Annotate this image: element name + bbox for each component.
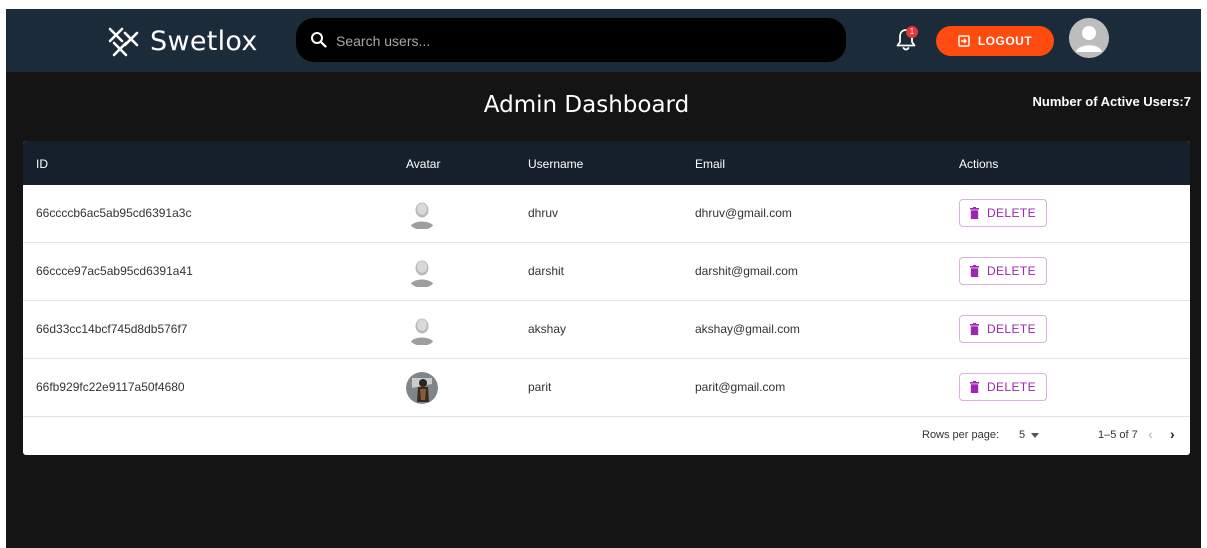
user-avatar-cell	[406, 372, 438, 404]
default-avatar-icon	[406, 314, 438, 346]
next-page-button[interactable]: ›	[1170, 426, 1175, 442]
user-email: parit@gmail.com	[695, 380, 786, 394]
rows-per-page-label: Rows per page:	[922, 429, 1000, 441]
active-users-value: 7	[1183, 94, 1191, 109]
delete-button[interactable]: DELETE	[959, 373, 1047, 401]
table-row: 66d33cc14bcf745d8db576f7 akshay akshay@g…	[23, 301, 1190, 359]
logout-button[interactable]: LOGOUT	[936, 26, 1054, 56]
trash-icon	[969, 207, 979, 219]
notification-badge: 1	[906, 26, 918, 38]
default-avatar-icon	[406, 256, 438, 288]
user-id: 66fb929fc22e9117a50f4680	[36, 380, 185, 394]
user-email: akshay@gmail.com	[695, 322, 800, 336]
column-header-username: Username	[528, 157, 584, 171]
username: darshit	[528, 264, 565, 278]
username: parit	[528, 380, 552, 394]
logout-icon	[958, 35, 970, 47]
rows-per-page-select[interactable]: 5	[1019, 429, 1040, 441]
previous-page-button[interactable]: ‹	[1148, 426, 1153, 442]
swetlox-logo-icon	[108, 27, 139, 57]
default-avatar-icon	[406, 198, 438, 230]
photo-avatar	[406, 372, 438, 404]
column-header-email: Email	[695, 157, 726, 171]
user-email: darshit@gmail.com	[695, 264, 798, 278]
column-header-id: ID	[36, 157, 48, 171]
brand-name: Swetlox	[150, 25, 258, 57]
trash-icon	[969, 381, 979, 393]
delete-button[interactable]: DELETE	[959, 199, 1047, 227]
delete-label: DELETE	[986, 380, 1037, 394]
app-window: Swetlox 1 LOGOUT	[6, 9, 1201, 548]
brand[interactable]: Swetlox	[106, 19, 258, 63]
pagination-range: 1–5 of 7	[1098, 429, 1138, 441]
user-avatar-cell	[406, 198, 438, 230]
column-header-actions: Actions	[959, 157, 999, 171]
user-id: 66d33cc14bcf745d8db576f7	[36, 322, 188, 336]
trash-icon	[969, 265, 979, 277]
delete-label: DELETE	[986, 206, 1037, 220]
users-table: ID Avatar Username Email Actions 66ccccb…	[23, 141, 1190, 455]
table-row: 66ccccb6ac5ab95cd6391a3c dhruv dhruv@gma…	[23, 185, 1190, 243]
user-avatar-icon	[1069, 18, 1109, 58]
logout-label: LOGOUT	[977, 34, 1033, 48]
delete-button[interactable]: DELETE	[959, 257, 1047, 285]
table-pagination: Rows per page: 5 1–5 of 7 ‹ ›	[23, 413, 1190, 455]
user-id: 66ccccb6ac5ab95cd6391a3c	[36, 206, 192, 220]
search-icon	[311, 32, 327, 48]
user-id: 66ccce97ac5ab95cd6391a41	[36, 264, 193, 278]
column-header-avatar: Avatar	[406, 157, 441, 171]
top-navbar: Swetlox 1 LOGOUT	[6, 9, 1201, 72]
user-avatar-cell	[406, 256, 438, 288]
caret-down-icon	[1031, 432, 1040, 438]
search-input[interactable]	[334, 28, 828, 54]
delete-label: DELETE	[986, 322, 1037, 336]
active-users-count: Number of Active Users:7	[1033, 94, 1191, 109]
username: dhruv	[528, 206, 559, 220]
rows-per-page-value: 5	[1019, 429, 1026, 441]
active-users-label: Number of Active Users:	[1032, 94, 1184, 109]
user-email: dhruv@gmail.com	[695, 206, 792, 220]
table-row: 66fb929fc22e9117a50f4680 parit parit@gma…	[23, 359, 1190, 417]
search-bar[interactable]	[296, 18, 846, 62]
page-title: Admin Dashboard	[483, 92, 690, 118]
delete-label: DELETE	[986, 264, 1037, 278]
table-header: ID Avatar Username Email Actions	[23, 141, 1190, 185]
user-avatar[interactable]	[1069, 18, 1109, 58]
delete-button[interactable]: DELETE	[959, 315, 1047, 343]
user-avatar-cell	[406, 314, 438, 346]
table-row: 66ccce97ac5ab95cd6391a41 darshit darshit…	[23, 243, 1190, 301]
trash-icon	[969, 323, 979, 335]
username: akshay	[528, 322, 567, 336]
